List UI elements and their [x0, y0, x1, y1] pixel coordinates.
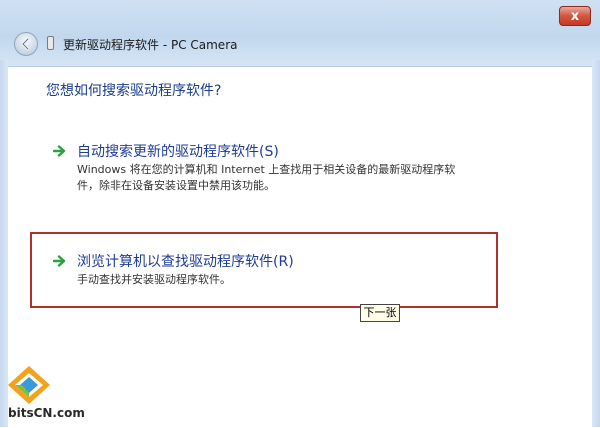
option-description: 手动查找并安装驱动程序软件。: [77, 272, 231, 288]
watermark-logo-icon: [8, 366, 50, 404]
wizard-question: 您想如何搜索驱动程序软件?: [46, 83, 222, 99]
window-frame: [0, 0, 600, 68]
green-arrow-icon: [53, 145, 66, 157]
option-title[interactable]: 自动搜索更新的驱动程序软件(S): [77, 141, 279, 161]
window-title: 更新驱动程序软件 - PC Camera: [63, 38, 238, 52]
close-icon: x: [570, 9, 580, 24]
watermark-text: bitsCN.com: [8, 406, 85, 420]
option-description: Windows 将在您的计算机和 Internet 上查找用于相关设备的最新驱动…: [77, 162, 455, 194]
option-description-line: Windows 将在您的计算机和 Internet 上查找用于相关设备的最新驱动…: [77, 163, 456, 176]
device-icon: [47, 36, 54, 50]
option-description-line: 手动查找并安装驱动程序软件。: [77, 273, 231, 286]
green-arrow-icon: [53, 255, 66, 267]
back-button[interactable]: [14, 32, 38, 56]
option-description-line: 件，除非在设备安装设置中禁用该功能。: [77, 179, 275, 192]
next-image-tooltip[interactable]: 下一张: [360, 304, 400, 322]
back-arrow-icon: [21, 37, 30, 51]
option-title[interactable]: 浏览计算机以查找驱动程序软件(R): [77, 251, 294, 271]
close-button[interactable]: x: [559, 6, 591, 26]
window-frame-right: [592, 60, 600, 427]
